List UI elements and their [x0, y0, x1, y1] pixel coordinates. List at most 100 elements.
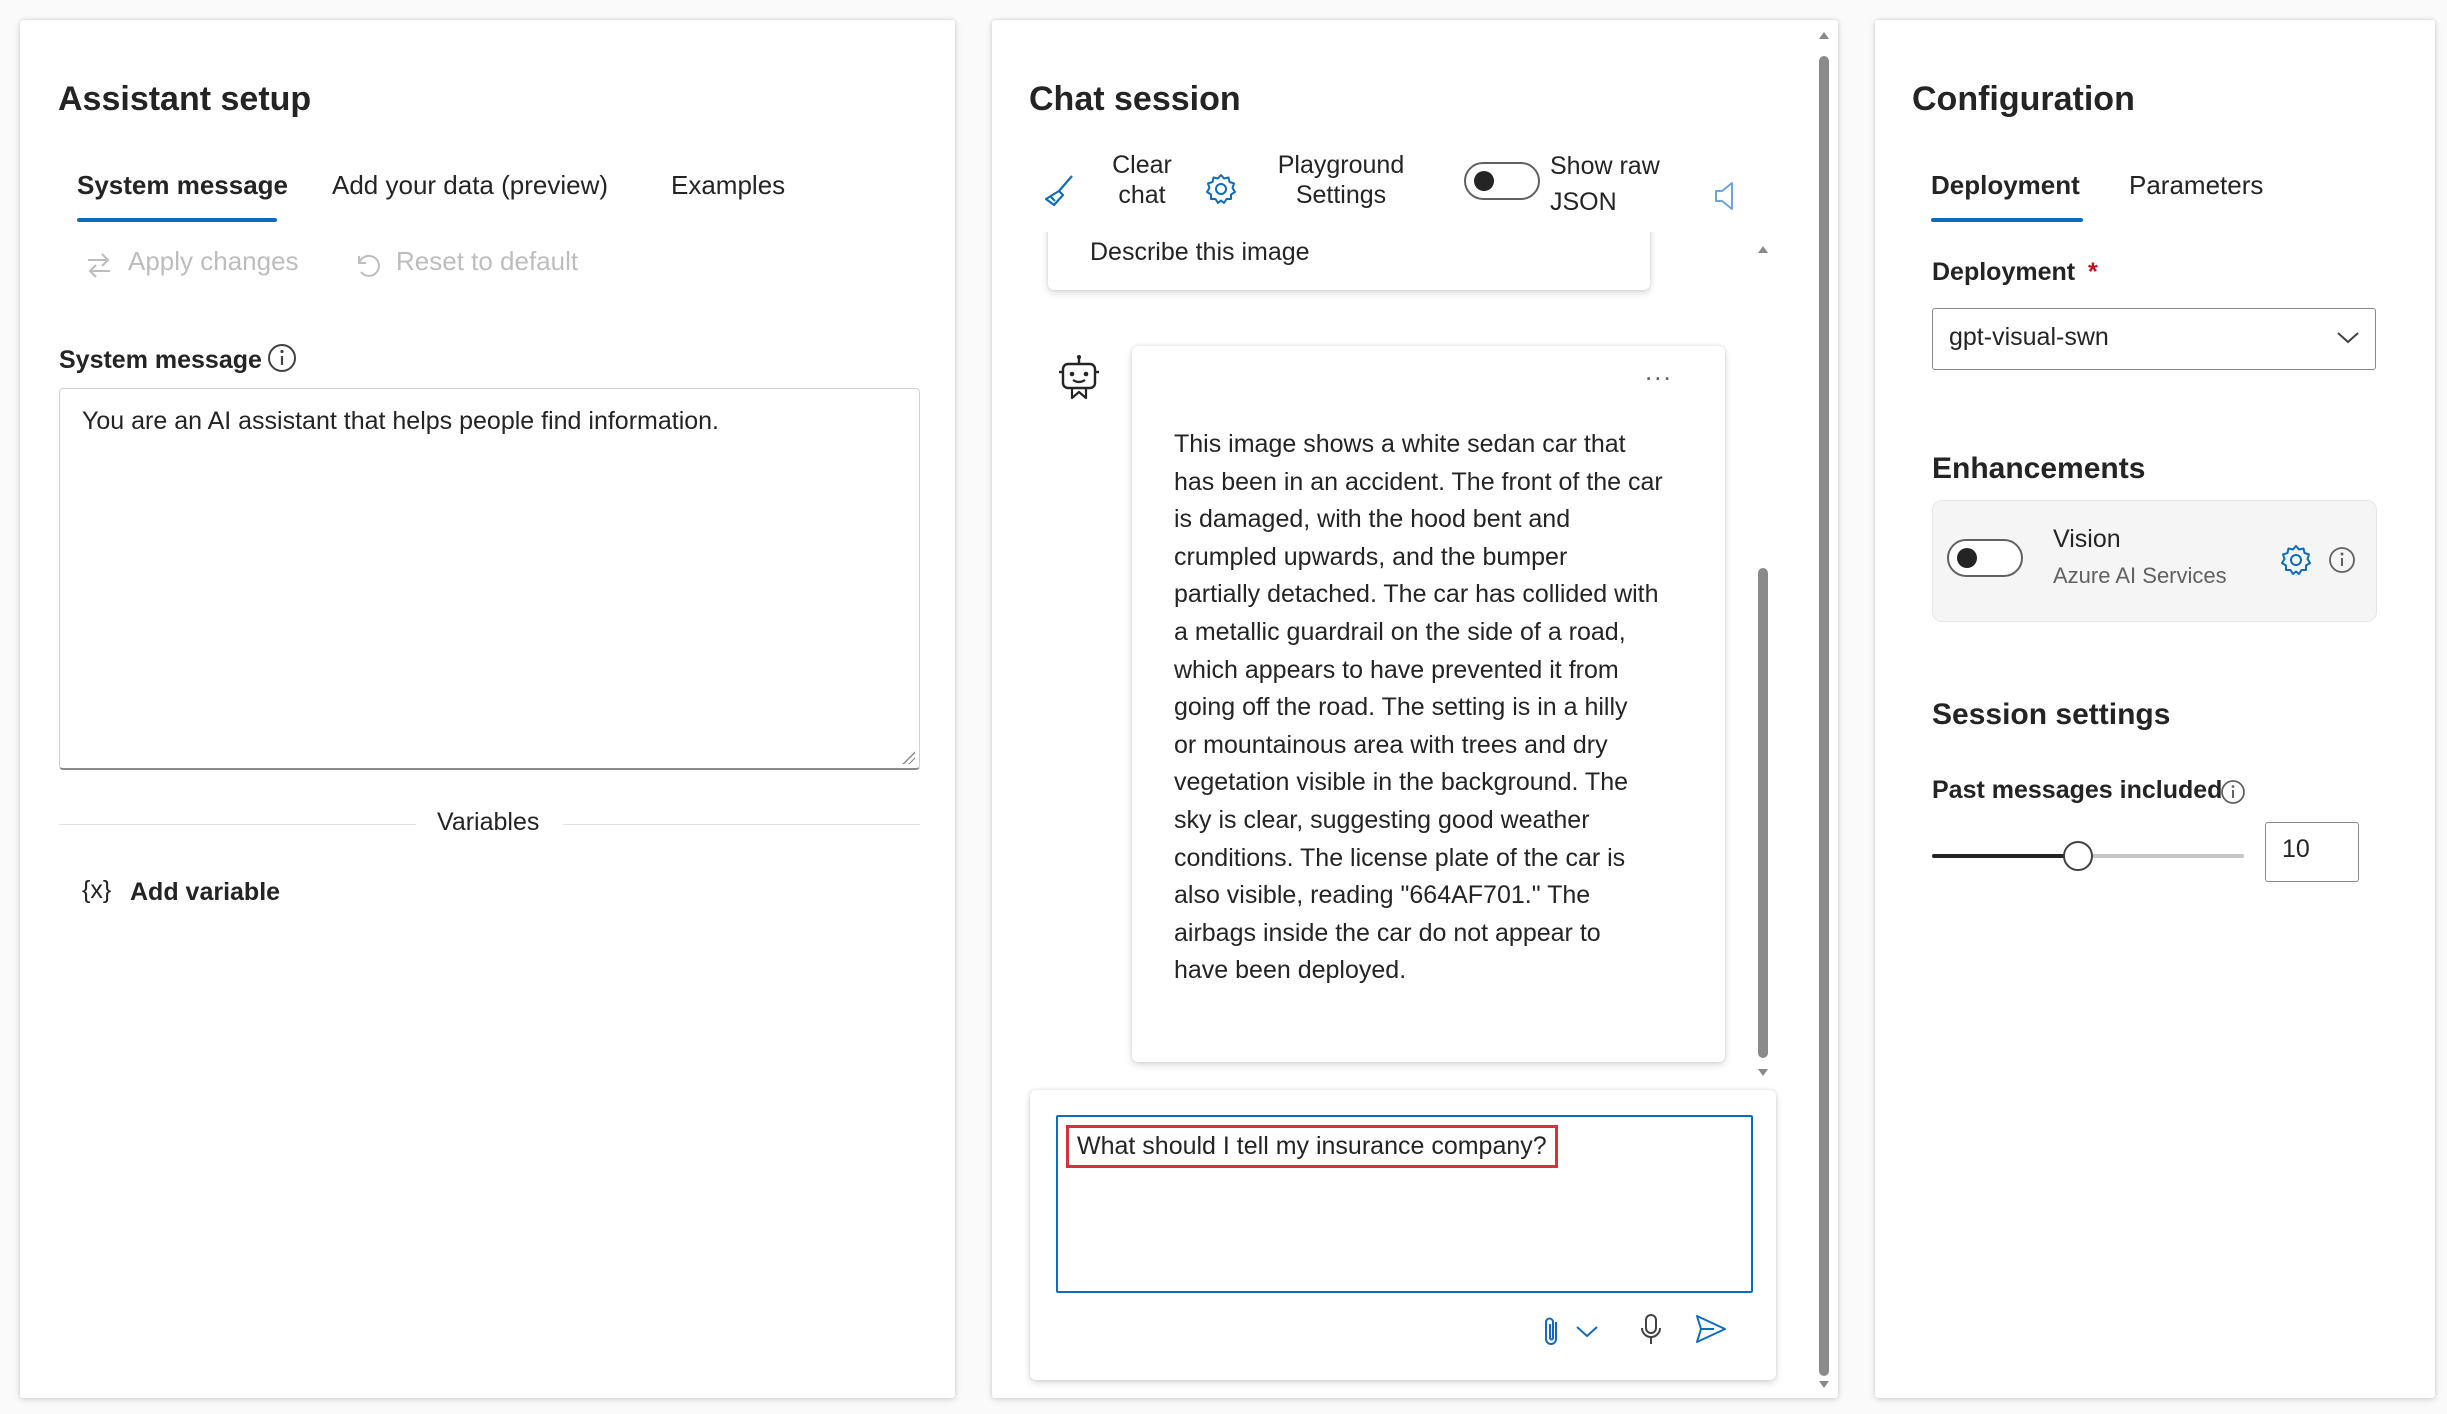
user-message-card: Describe this image — [1048, 232, 1650, 290]
past-messages-label: Past messages included — [1932, 776, 2223, 804]
chat-session-title: Chat session — [1029, 80, 1241, 118]
resize-handle-icon[interactable] — [901, 750, 915, 764]
assistant-message-line: crumpled upwards, and the bumper — [1174, 542, 1568, 571]
configuration-panel: Configuration Deployment Parameters Depl… — [1875, 20, 2435, 1398]
clear-chat-label-line2: chat — [1118, 181, 1166, 209]
tab-active-indicator — [77, 218, 277, 222]
chevron-down-icon[interactable] — [1574, 1322, 1600, 1342]
chat-messages-area: Describe this image ... This image shows… — [992, 232, 1838, 1092]
assistant-message-line: or mountainous area with trees and dry — [1174, 730, 1608, 759]
past-messages-slider[interactable] — [1932, 838, 2244, 878]
panel-scroll-up-arrow-icon[interactable] — [1816, 28, 1832, 42]
vision-toggle[interactable] — [1947, 539, 2023, 577]
assistant-message-line: vegetation visible in the background. Th… — [1174, 768, 1629, 797]
tab-examples[interactable]: Examples — [671, 170, 785, 201]
playground-settings-label-line1: Playground — [1277, 151, 1405, 179]
chat-input-text: What should I tell my insurance company? — [1066, 1125, 1558, 1168]
gear-icon — [1206, 174, 1236, 204]
toggle-knob — [1474, 171, 1494, 191]
assistant-message-line: which appears to have prevented it from — [1174, 655, 1619, 684]
send-icon[interactable] — [1694, 1312, 1728, 1346]
playground-settings-label-line2: Settings — [1295, 181, 1387, 209]
show-raw-json-label-line2: JSON — [1550, 188, 1617, 216]
gear-icon[interactable] — [2279, 543, 2313, 577]
apply-changes-label: Apply changes — [128, 246, 299, 276]
clear-chat-label: Clear chat — [1102, 150, 1182, 210]
scroll-up-arrow-icon[interactable] — [1755, 242, 1771, 256]
broom-icon — [1044, 175, 1073, 207]
assistant-message-line: going off the road. The setting is in a … — [1174, 693, 1628, 722]
bot-icon — [1059, 355, 1099, 400]
chat-panel-scrollbar[interactable] — [1814, 28, 1834, 1392]
assistant-setup-panel: Assistant setup System message Add your … — [20, 20, 955, 1398]
deployment-value: gpt-visual-swn — [1949, 323, 2109, 351]
messages-scrollbar[interactable] — [1755, 242, 1771, 1080]
show-raw-json-label: Show raw JSON — [1550, 148, 1660, 220]
assistant-message-line: partially detached. The car has collided… — [1174, 580, 1659, 609]
system-message-label: System message — [59, 346, 262, 374]
add-variable-label: Add variable — [130, 878, 281, 906]
more-options-icon[interactable]: ... — [1645, 356, 1673, 387]
tab-system-message[interactable]: System message — [77, 170, 288, 201]
assistant-message-line: conditions. The license plate of the car… — [1174, 843, 1626, 872]
enhancements-title: Enhancements — [1932, 452, 2146, 485]
assistant-message-line: This image shows a white sedan car that — [1174, 430, 1626, 458]
system-message-text: You are an AI assistant that helps peopl… — [82, 407, 719, 435]
show-raw-json-toggle[interactable] — [1464, 162, 1540, 200]
assistant-message-line: also visible, reading "664AF701." The — [1174, 881, 1591, 910]
variables-divider-right — [563, 824, 920, 825]
required-mark: * — [2088, 258, 2098, 286]
panel-scroll-down-arrow-icon[interactable] — [1816, 1378, 1832, 1392]
attach-icon[interactable] — [1540, 1314, 1564, 1350]
speaker-icon[interactable] — [1712, 180, 1738, 212]
assistant-message-line: a metallic guardrail on the side of a ro… — [1174, 617, 1626, 646]
undo-icon — [358, 254, 380, 277]
toggle-knob — [1957, 548, 1977, 568]
slider-thumb[interactable] — [2063, 841, 2093, 871]
tab-active-indicator — [1931, 218, 2083, 222]
reset-to-default-button[interactable]: Reset to default — [352, 244, 612, 284]
clear-chat-button[interactable]: Clear chat — [1042, 150, 1222, 230]
vision-subtitle: Azure AI Services — [2053, 563, 2227, 588]
assistant-message-line: airbags inside the car do not appear to — [1174, 918, 1601, 947]
show-raw-json-label-line1: Show raw — [1550, 152, 1660, 180]
tab-parameters[interactable]: Parameters — [2129, 170, 2263, 201]
variables-divider-left — [59, 824, 416, 825]
tab-deployment[interactable]: Deployment — [1931, 170, 2080, 201]
variables-label: Variables — [437, 808, 540, 836]
chat-input-field[interactable]: What should I tell my insurance company? — [1056, 1115, 1753, 1293]
microphone-icon[interactable] — [1638, 1312, 1664, 1348]
playground-settings-button[interactable]: Playground Settings — [1204, 150, 1434, 230]
info-icon[interactable] — [2219, 778, 2247, 806]
assistant-message-line: sky is clear, suggesting good weather — [1174, 805, 1590, 834]
info-icon[interactable] — [2327, 545, 2357, 575]
chat-panel-scrollbar-thumb[interactable] — [1819, 56, 1829, 1376]
deployment-label: Deployment * — [1932, 258, 2098, 287]
past-messages-input[interactable]: 10 — [2265, 822, 2359, 882]
chat-input-card: What should I tell my insurance company? — [1030, 1090, 1776, 1380]
assistant-setup-title: Assistant setup — [58, 80, 312, 118]
vision-card: Vision Azure AI Services — [1932, 500, 2377, 622]
clear-chat-label-line1: Clear — [1112, 151, 1172, 179]
user-message-text: Describe this image — [1090, 238, 1310, 266]
assistant-message-line: has been in an accident. The front of th… — [1174, 467, 1663, 496]
reset-to-default-label: Reset to default — [396, 246, 579, 276]
assistant-message-card: ... This image shows a white sedan car t… — [1132, 346, 1725, 1062]
deployment-label-text: Deployment — [1932, 258, 2076, 286]
assistant-message-line: is damaged, with the hood bent and — [1174, 505, 1571, 534]
scroll-down-arrow-icon[interactable] — [1755, 1066, 1771, 1080]
system-message-textarea[interactable]: You are an AI assistant that helps peopl… — [59, 388, 920, 770]
assistant-message-line: have been deployed. — [1174, 956, 1407, 985]
info-icon[interactable] — [266, 342, 298, 374]
chat-session-panel: Chat session Clear chat Playground Setti… — [992, 20, 1838, 1398]
assistant-message-text: This image shows a white sedan car that … — [1174, 426, 1704, 990]
chevron-down-icon — [2337, 332, 2359, 344]
messages-scrollbar-thumb[interactable] — [1758, 568, 1768, 1058]
tab-add-your-data[interactable]: Add your data (preview) — [332, 170, 608, 201]
deployment-dropdown[interactable]: gpt-visual-swn — [1932, 308, 2376, 370]
playground-settings-label: Playground Settings — [1266, 150, 1416, 210]
add-variable-button[interactable]: {x} Add variable — [82, 876, 312, 916]
swap-arrows-icon — [88, 253, 110, 278]
slider-fill — [1932, 854, 2078, 858]
apply-changes-button[interactable]: Apply changes — [84, 244, 344, 284]
